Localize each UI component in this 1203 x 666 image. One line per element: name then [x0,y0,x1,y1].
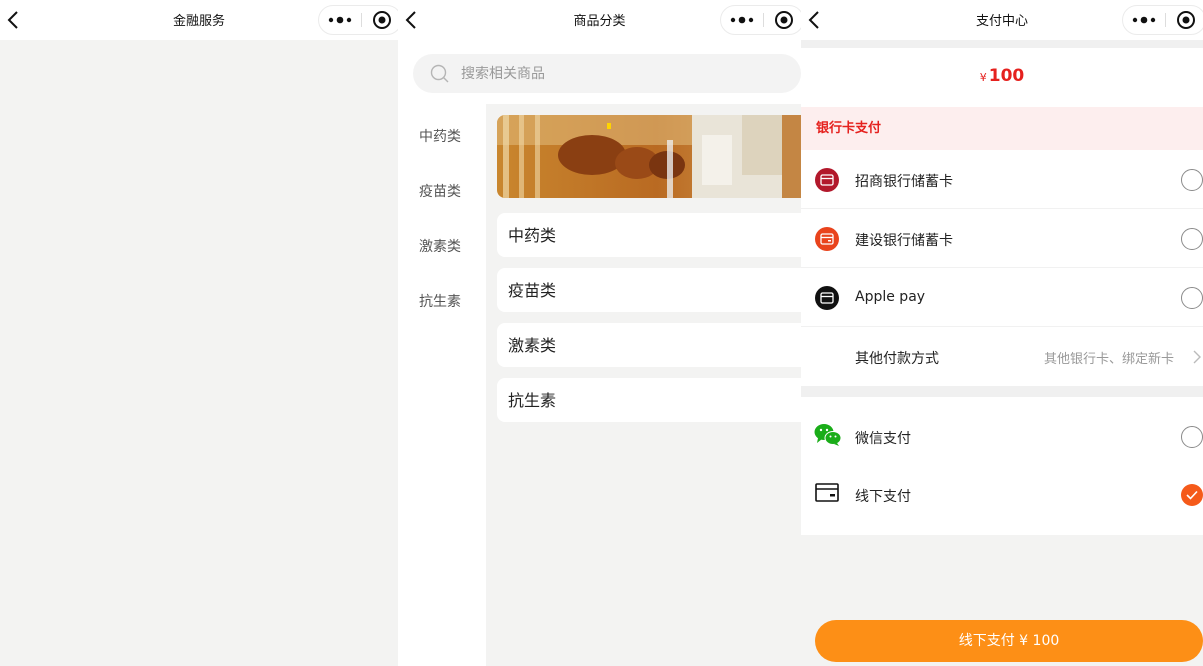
navbar: 支付中心 [801,0,1203,40]
category-screen: 商品分类 中药类 疫苗类 激素类 抗生素 [398,0,801,666]
pay-option-apple-pay[interactable]: Apple pay [801,269,1203,327]
search-icon [430,64,449,83]
search-input[interactable] [461,54,761,93]
pay-option-wechat[interactable]: 微信支付 [801,408,1203,466]
more-dots-icon[interactable] [319,6,361,34]
wechat-icon [814,424,842,446]
search-bar[interactable] [413,54,801,93]
amount-value: 100 [988,66,1025,86]
category-sidebar: 中药类 疫苗类 激素类 抗生素 [398,104,486,666]
pay-option-label: Apple pay [855,289,926,305]
card-icon [815,286,839,310]
card-icon [815,227,839,251]
radio-unchecked[interactable] [1181,287,1203,309]
currency-symbol: ¥ [979,71,987,84]
row-divider [801,326,1203,327]
radio-unchecked[interactable] [1181,228,1203,250]
mini-program-capsule [1122,5,1203,35]
finance-screen: 金融服务 [0,0,398,666]
bank-card-section-title: 银行卡支付 [801,107,1203,150]
other-method-hint: 其他银行卡、绑定新卡 [1043,352,1174,367]
chevron-right-icon [1193,350,1201,364]
radio-checked[interactable] [1181,484,1203,506]
category-card-antibiotic[interactable]: 抗生素 [497,378,801,422]
sidebar-item-antibiotic[interactable]: 抗生素 [419,291,461,311]
more-dots-icon[interactable] [721,6,763,34]
more-dots-icon[interactable] [1123,6,1165,34]
card-icon [815,483,839,502]
close-circle-icon[interactable] [362,6,398,34]
pay-option-offline[interactable]: 线下支付 [801,466,1203,524]
pay-option-label: 微信支付 [855,431,911,447]
category-content: 中药类 疫苗类 激素类 抗生素 [486,104,801,666]
close-circle-icon[interactable] [764,6,801,34]
close-circle-icon[interactable] [1166,6,1203,34]
section-divider [801,386,1203,397]
pay-option-cmb[interactable]: 招商银行储蓄卡 [801,151,1203,209]
category-card-vaccine[interactable]: 疫苗类 [497,268,801,312]
mini-program-capsule [318,5,398,35]
mini-program-capsule [720,5,801,35]
row-divider [801,267,1203,268]
category-card-hormone[interactable]: 激素类 [497,323,801,367]
sidebar-item-hormone[interactable]: 激素类 [419,236,461,256]
card-icon [815,168,839,192]
row-divider [801,208,1203,209]
payment-amount: ¥100 [801,66,1203,86]
category-card-tcm[interactable]: 中药类 [497,213,801,257]
pay-option-label: 其他付款方式 [855,351,939,367]
pay-option-label: 招商银行储蓄卡 [855,174,953,190]
pay-option-ccb[interactable]: 建设银行储蓄卡 [801,210,1203,268]
navbar: 金融服务 [0,0,398,40]
check-icon [1186,490,1198,500]
banner-image[interactable] [497,115,801,198]
header-divider [801,40,1203,48]
pay-option-label: 线下支付 [855,489,911,505]
pay-option-label: 建设银行储蓄卡 [855,233,953,249]
payment-screen: 支付中心 ¥100 银行卡支付 招商银行储蓄卡 建设银行储蓄卡 Apple pa… [801,0,1203,666]
radio-unchecked[interactable] [1181,169,1203,191]
radio-unchecked[interactable] [1181,426,1203,448]
pay-option-other[interactable]: 其他付款方式 其他银行卡、绑定新卡 [801,328,1203,386]
sidebar-item-vaccine[interactable]: 疫苗类 [419,181,461,201]
pay-submit-button[interactable]: 线下支付 ¥ 100 [815,620,1203,662]
navbar: 商品分类 [398,0,801,40]
sidebar-item-tcm[interactable]: 中药类 [419,126,461,146]
